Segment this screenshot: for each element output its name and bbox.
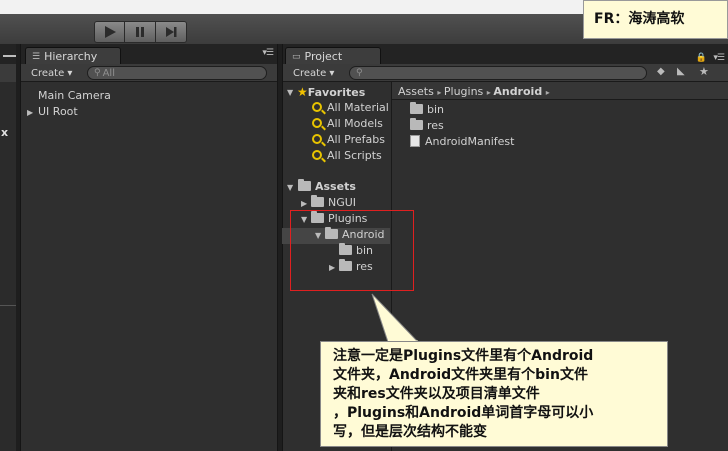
project-panel-menu-icon[interactable]: ▾☰ <box>713 53 725 63</box>
callout-pointer <box>371 293 420 343</box>
filter-by-label-icon[interactable]: ◣ <box>677 66 691 80</box>
assets-expand-triangle-icon[interactable]: ▼ <box>287 183 293 192</box>
favorite-star-icon[interactable]: ★ <box>699 65 713 79</box>
callout-line: 夹和res文件夹以及项目清单文件 <box>333 386 540 402</box>
annotation-callout: 注意一定是Plugins文件里有个Android 文件夹，Android文件夹里… <box>320 341 668 447</box>
step-button[interactable] <box>156 21 187 43</box>
hierarchy-tab[interactable]: ☰ Hierarchy <box>25 47 121 64</box>
left-panel-stub <box>0 44 16 451</box>
project-create-button[interactable]: Create ▾ <box>287 66 340 80</box>
author-note: FR：海涛高软 <box>583 0 728 39</box>
folder-icon <box>410 118 423 130</box>
hierarchy-list-icon: ☰ <box>32 51 41 62</box>
play-icon <box>104 26 116 38</box>
folder-icon <box>298 179 311 191</box>
search-icon <box>312 118 322 128</box>
hierarchy-panel-menu-icon[interactable]: ▾☰ <box>262 48 274 58</box>
favorite-item-all-material[interactable]: All Material <box>312 101 389 114</box>
star-icon: ★ <box>297 85 308 99</box>
hierarchy-tab-label: Hierarchy <box>44 50 98 63</box>
callout-line: 写，但是层次结构不能变 <box>333 424 487 440</box>
document-icon <box>410 135 420 147</box>
callout-line: 注意一定是Plugins文件里有个Android <box>333 348 594 364</box>
step-icon <box>166 27 177 37</box>
breadcrumb-plugins[interactable]: Plugins <box>444 85 483 98</box>
hierarchy-item-ui-root[interactable]: UI Root <box>38 105 78 118</box>
pause-button[interactable] <box>125 21 156 43</box>
content-file-androidmanifest[interactable]: AndroidManifest <box>410 135 514 148</box>
breadcrumb-separator-icon: ▸ <box>545 88 550 97</box>
hierarchy-create-button[interactable]: Create ▾ <box>25 66 78 80</box>
hierarchy-search-placeholder: All <box>102 67 115 79</box>
favorites-header[interactable]: ★Favorites <box>297 85 365 99</box>
play-button[interactable] <box>94 21 125 43</box>
hierarchy-search-input[interactable]: ⚲ All <box>87 66 267 80</box>
search-icon: ⚲ <box>356 68 363 78</box>
breadcrumb: Assets ▸ Plugins ▸ Android ▸ <box>398 85 550 98</box>
search-icon <box>312 102 322 112</box>
callout-line: 文件夹，Android文件夹里有个bin文件 <box>333 367 588 383</box>
lock-icon[interactable]: 🔒 <box>696 53 707 63</box>
expand-triangle-icon[interactable]: ▶ <box>27 108 33 117</box>
folder-icon <box>410 102 423 114</box>
ngui-expand-triangle-icon[interactable]: ▶ <box>301 199 307 208</box>
breadcrumb-assets[interactable]: Assets <box>398 85 434 98</box>
project-tab-label: Project <box>304 50 343 63</box>
callout-line: ，Plugins和Android单词首字母可以小 <box>333 405 594 421</box>
project-tab[interactable]: ▭ Project <box>285 47 381 64</box>
left-panel-label: x <box>1 126 9 139</box>
project-folder-icon: ▭ <box>292 51 301 62</box>
favorites-expand-triangle-icon[interactable]: ▼ <box>287 88 293 97</box>
assets-folder[interactable]: Assets <box>298 179 356 193</box>
content-folder-bin[interactable]: bin <box>410 102 444 116</box>
content-folder-res[interactable]: res <box>410 118 444 132</box>
search-icon <box>312 134 322 144</box>
playback-controls <box>94 21 187 43</box>
pause-icon <box>136 27 144 37</box>
favorite-item-all-models[interactable]: All Models <box>312 117 383 130</box>
folder-icon <box>311 195 324 207</box>
filter-by-type-icon[interactable]: ◆ <box>657 66 671 80</box>
breadcrumb-android[interactable]: Android <box>493 85 542 98</box>
project-search-input[interactable]: ⚲ <box>349 66 647 80</box>
search-icon: ⚲ <box>94 68 101 78</box>
favorite-item-all-prefabs[interactable]: All Prefabs <box>312 133 385 146</box>
favorite-item-all-scripts[interactable]: All Scripts <box>312 149 382 162</box>
highlight-box <box>290 210 414 291</box>
hierarchy-item-main-camera[interactable]: Main Camera <box>38 89 111 102</box>
search-icon <box>312 150 322 160</box>
tree-folder-ngui[interactable]: NGUI <box>311 195 356 209</box>
